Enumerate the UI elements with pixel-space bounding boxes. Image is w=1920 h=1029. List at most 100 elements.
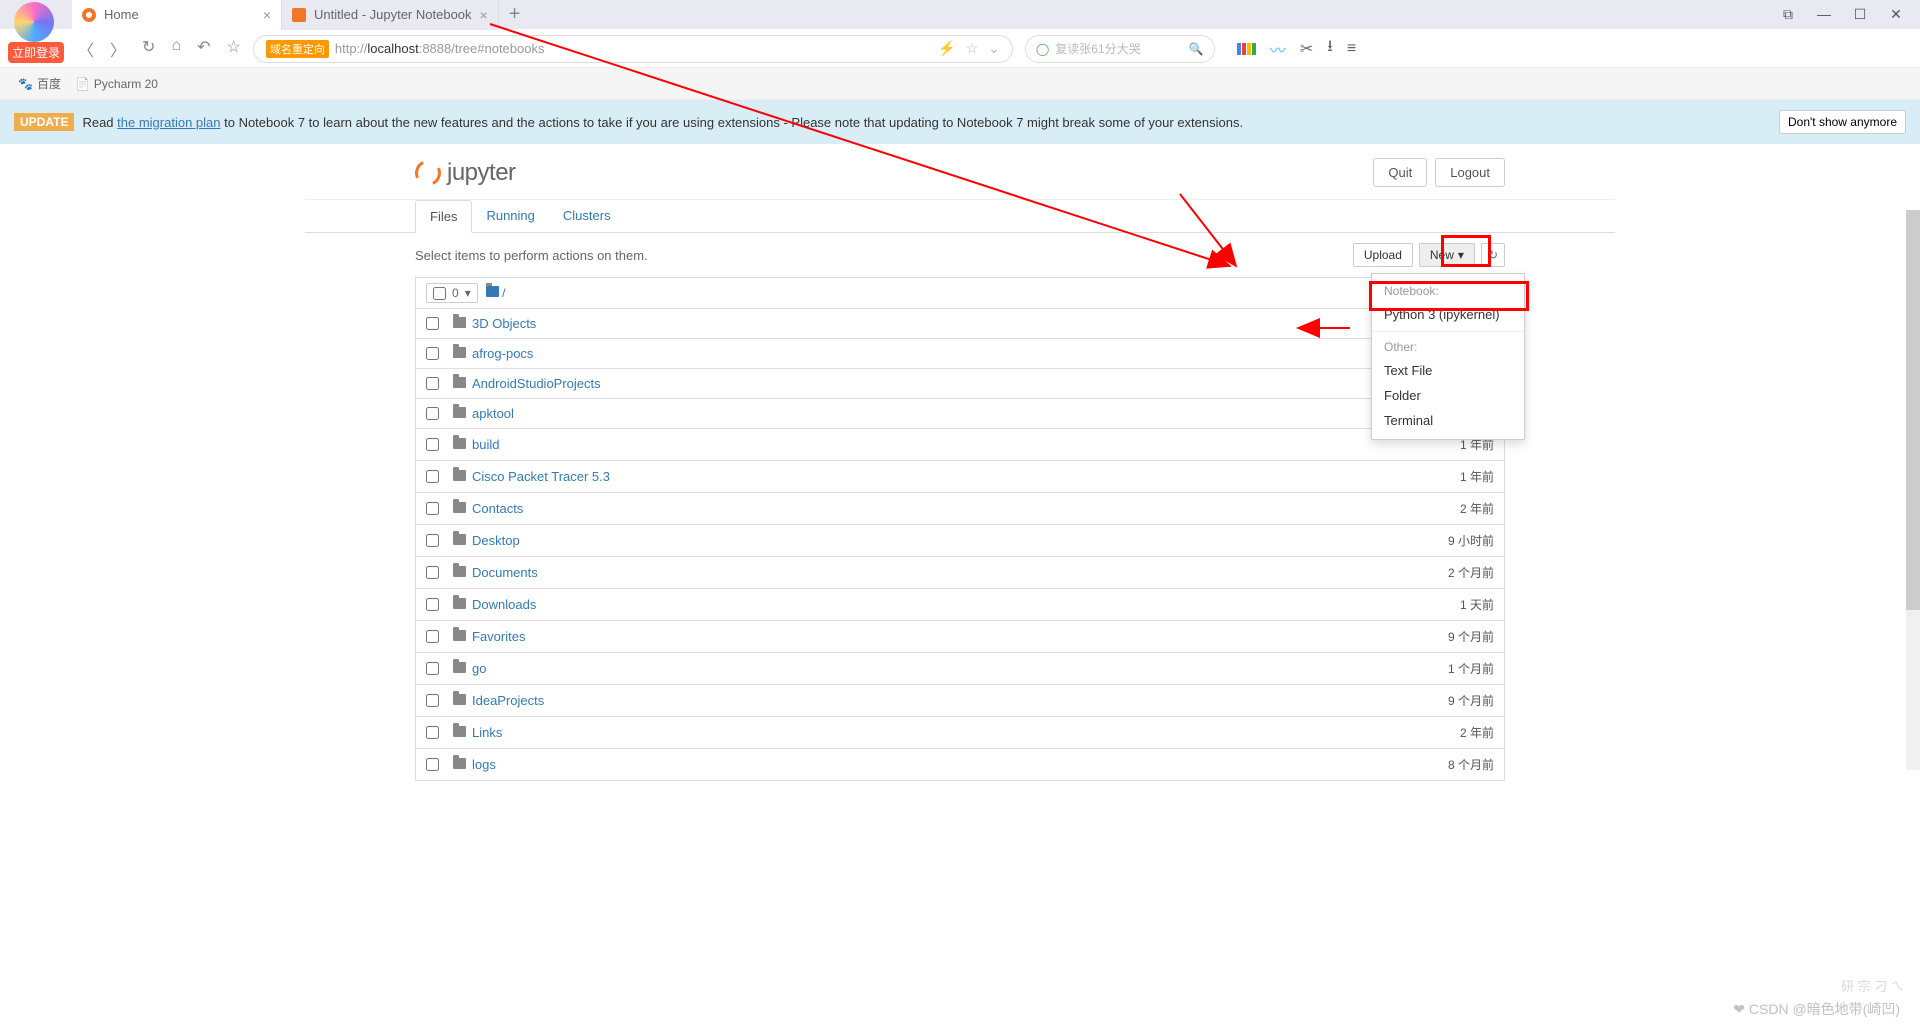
table-row[interactable]: Cisco Packet Tracer 5.3 1 年前: [415, 461, 1505, 493]
row-checkbox[interactable]: [426, 347, 439, 360]
refresh-button[interactable]: ↻: [1481, 243, 1505, 267]
dropdown-item-terminal[interactable]: Terminal: [1372, 408, 1524, 433]
tab-running[interactable]: Running: [472, 200, 548, 232]
grid-icon[interactable]: [1237, 43, 1256, 55]
bookmark-star-icon[interactable]: ☆: [966, 40, 979, 57]
search-input[interactable]: ◯ 复读张61分大哭 🔍: [1025, 35, 1215, 63]
file-name[interactable]: Links: [472, 725, 502, 740]
file-name[interactable]: Documents: [472, 565, 538, 580]
dropdown-header-notebook: Notebook:: [1372, 280, 1524, 302]
select-all[interactable]: 0 ▾: [426, 283, 478, 303]
file-name[interactable]: logs: [472, 757, 496, 772]
row-checkbox[interactable]: [426, 317, 439, 330]
select-all-checkbox[interactable]: [433, 287, 446, 300]
reload-icon[interactable]: ↻: [142, 37, 155, 61]
table-row[interactable]: Contacts 2 年前: [415, 493, 1505, 525]
jupyter-logo[interactable]: jupyter: [415, 159, 516, 187]
file-name[interactable]: go: [472, 661, 486, 676]
table-row[interactable]: Favorites 9 个月前: [415, 621, 1505, 653]
browser-tab-home[interactable]: Home ×: [72, 0, 282, 30]
row-checkbox[interactable]: [426, 438, 439, 451]
back-icon[interactable]: 〈: [78, 37, 94, 61]
table-row[interactable]: Links 2 年前: [415, 717, 1505, 749]
dropdown-item-folder[interactable]: Folder: [1372, 383, 1524, 408]
chevron-down-icon[interactable]: ⌄: [988, 40, 1000, 57]
upload-button[interactable]: Upload: [1353, 243, 1413, 267]
file-name[interactable]: Cisco Packet Tracer 5.3: [472, 469, 610, 484]
breadcrumb[interactable]: /: [486, 286, 506, 300]
dropdown-item-python3[interactable]: Python 3 (ipykernel): [1372, 302, 1524, 327]
wave-icon[interactable]: 〰: [1270, 37, 1286, 61]
migration-link[interactable]: the migration plan: [117, 115, 220, 130]
row-checkbox[interactable]: [426, 598, 439, 611]
file-name[interactable]: apktool: [472, 406, 514, 421]
table-row[interactable]: afrog-pocs: [415, 339, 1505, 369]
undo-icon[interactable]: ↶: [197, 37, 210, 61]
flash-icon[interactable]: ⚡: [938, 40, 955, 57]
row-checkbox[interactable]: [426, 407, 439, 420]
new-tab-button[interactable]: +: [499, 3, 531, 26]
file-name[interactable]: AndroidStudioProjects: [472, 376, 601, 391]
file-name[interactable]: Desktop: [472, 533, 520, 548]
close-icon[interactable]: ×: [480, 7, 488, 23]
row-checkbox[interactable]: [426, 377, 439, 390]
new-button[interactable]: New▾: [1419, 243, 1475, 267]
search-icon[interactable]: 🔍: [1189, 42, 1204, 56]
caret-down-icon[interactable]: ▾: [465, 286, 471, 300]
scissors-icon[interactable]: ✂: [1300, 39, 1313, 59]
panel-icon[interactable]: ⧉: [1774, 6, 1802, 23]
row-checkbox[interactable]: [426, 502, 439, 515]
row-checkbox[interactable]: [426, 726, 439, 739]
table-row[interactable]: Desktop 9 小时前: [415, 525, 1505, 557]
table-row[interactable]: AndroidStudioProjects: [415, 369, 1505, 399]
table-row[interactable]: Downloads 1 天前: [415, 589, 1505, 621]
scrollbar[interactable]: [1906, 210, 1920, 770]
dropdown-item-textfile[interactable]: Text File: [1372, 358, 1524, 383]
home-icon[interactable]: ⌂: [171, 37, 181, 61]
download-icon[interactable]: ⭳: [1327, 35, 1333, 62]
menu-icon[interactable]: ≡: [1347, 40, 1356, 58]
close-icon[interactable]: ×: [263, 7, 271, 23]
tab-files[interactable]: Files: [415, 200, 472, 233]
file-name[interactable]: Downloads: [472, 597, 536, 612]
row-checkbox[interactable]: [426, 566, 439, 579]
table-row[interactable]: apktool: [415, 399, 1505, 429]
close-window-icon[interactable]: ✕: [1882, 6, 1910, 23]
quit-button[interactable]: Quit: [1373, 158, 1427, 187]
login-badge[interactable]: 立即登录: [0, 0, 68, 68]
bookmark-baidu[interactable]: 🐾百度: [18, 75, 61, 92]
folder-icon: [453, 693, 466, 708]
table-row[interactable]: go 1 个月前: [415, 653, 1505, 685]
tab-clusters[interactable]: Clusters: [549, 200, 625, 232]
file-name[interactable]: IdeaProjects: [472, 693, 544, 708]
scrollbar-thumb[interactable]: [1906, 210, 1920, 610]
row-checkbox[interactable]: [426, 534, 439, 547]
file-name[interactable]: afrog-pocs: [472, 346, 533, 361]
logout-button[interactable]: Logout: [1435, 158, 1505, 187]
table-row[interactable]: Documents 2 个月前: [415, 557, 1505, 589]
row-checkbox[interactable]: [426, 470, 439, 483]
select-count: 0: [452, 286, 459, 300]
row-checkbox[interactable]: [426, 694, 439, 707]
row-checkbox[interactable]: [426, 758, 439, 771]
page-icon: 📄: [75, 77, 90, 91]
table-row[interactable]: 3D Objects: [415, 309, 1505, 339]
bookmark-pycharm[interactable]: 📄Pycharm 20: [75, 77, 158, 91]
file-name[interactable]: 3D Objects: [472, 316, 536, 331]
table-row[interactable]: build 1 年前: [415, 429, 1505, 461]
star-icon[interactable]: ☆: [227, 37, 241, 61]
file-name[interactable]: Contacts: [472, 501, 523, 516]
dismiss-banner-button[interactable]: Don't show anymore: [1779, 110, 1906, 134]
browser-tab-untitled[interactable]: Untitled - Jupyter Notebook ×: [282, 0, 499, 30]
folder-icon: [453, 629, 466, 644]
row-checkbox[interactable]: [426, 662, 439, 675]
minimize-icon[interactable]: —: [1810, 6, 1838, 23]
maximize-icon[interactable]: ☐: [1846, 6, 1874, 23]
forward-icon[interactable]: 〉: [110, 37, 126, 61]
url-field[interactable]: 域名重定向 http://localhost:8888/tree#noteboo…: [253, 35, 1013, 63]
table-row[interactable]: logs 8 个月前: [415, 749, 1505, 781]
file-name[interactable]: build: [472, 437, 499, 452]
file-name[interactable]: Favorites: [472, 629, 525, 644]
row-checkbox[interactable]: [426, 630, 439, 643]
table-row[interactable]: IdeaProjects 9 个月前: [415, 685, 1505, 717]
